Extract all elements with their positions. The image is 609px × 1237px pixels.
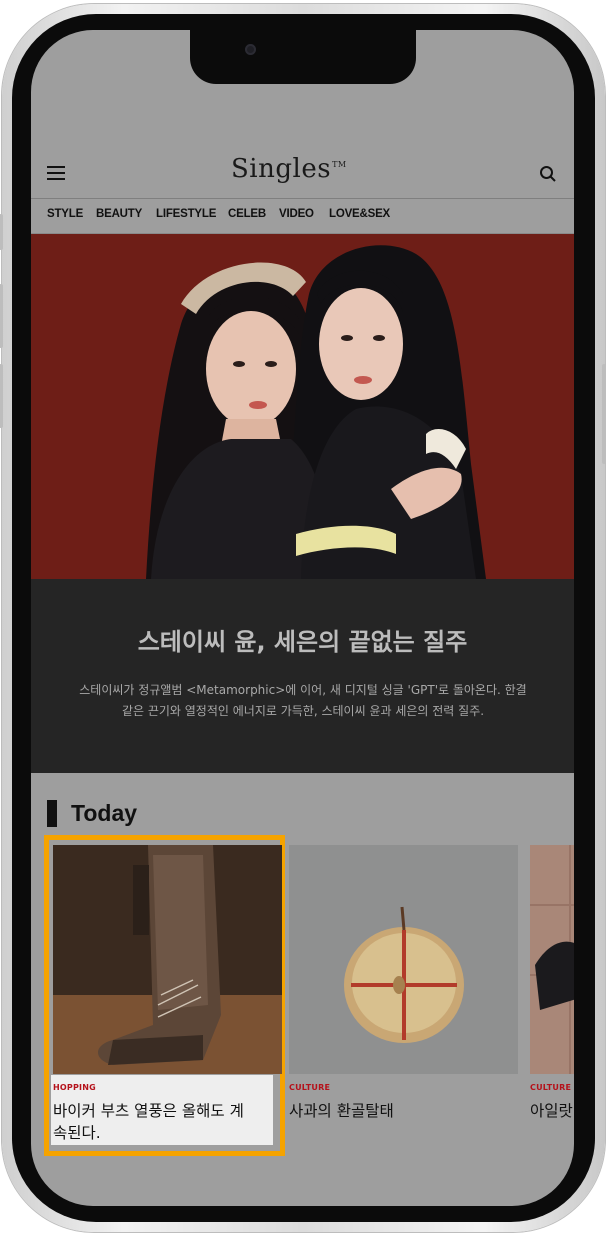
hero-description-line-2: 같은 끈기와 열정적인 에너지로 가득한, 스테이씨 윤과 세은의 전력 질주. bbox=[121, 704, 485, 718]
phone-notch bbox=[190, 30, 416, 84]
card-2-title-line-1: 사과의 환골탈태 bbox=[289, 1102, 394, 1120]
card-3-title[interactable]: 아일랏 bbox=[530, 1100, 573, 1122]
hero-image[interactable] bbox=[31, 234, 574, 579]
section-marker bbox=[47, 800, 57, 827]
phone-screen: SinglesTM STYLE BEAUTY LIFESTYLE CELEB V… bbox=[31, 30, 574, 1206]
hero-title: 스테이씨 윤, 세은의 끝없는 질주 bbox=[137, 628, 468, 656]
card-1-image[interactable] bbox=[53, 845, 282, 1074]
volume-up-button bbox=[0, 284, 3, 348]
card-1-title-line-1: 바이커 부츠 열풍은 올해도 계 bbox=[53, 1102, 244, 1120]
power-button bbox=[602, 364, 606, 464]
card-1-title-line-2: 속된다. bbox=[53, 1124, 101, 1142]
nav-item-video[interactable]: VIDEO bbox=[279, 208, 314, 220]
logo-mark: TM bbox=[332, 160, 347, 169]
logo-text: Singles bbox=[231, 154, 332, 184]
article-card-3[interactable]: CULTURE 아일랏 bbox=[530, 845, 574, 1145]
nav-item-lifestyle[interactable]: LIFESTYLE bbox=[156, 208, 216, 220]
hero-description: 스테이씨가 정규앨범 <Metamorphic>에 이어, 새 디지털 싱글 '… bbox=[53, 680, 553, 722]
card-2-category[interactable]: CULTURE bbox=[289, 1083, 330, 1092]
hero-text-panel[interactable]: 스테이씨 윤, 세은의 끝없는 질주 스테이씨가 정규앨범 <Metamorph… bbox=[31, 579, 574, 773]
shoe-photo-illustration bbox=[530, 845, 574, 1074]
hero-description-line-1: 스테이씨가 정규앨범 <Metamorphic>에 이어, 새 디지털 싱글 '… bbox=[79, 683, 527, 697]
card-2-title[interactable]: 사과의 환골탈태 bbox=[289, 1100, 394, 1122]
hero-photo-illustration bbox=[31, 234, 574, 579]
card-1-title[interactable]: 바이커 부츠 열풍은 올해도 계 속된다. bbox=[53, 1100, 244, 1144]
nav-item-beauty[interactable]: BEAUTY bbox=[96, 208, 142, 220]
front-camera bbox=[245, 44, 256, 55]
nav-item-celeb[interactable]: CELEB bbox=[228, 208, 266, 220]
card-1-category[interactable]: HOPPING bbox=[53, 1083, 96, 1092]
nav-item-style[interactable]: STYLE bbox=[47, 208, 83, 220]
site-header: SinglesTM bbox=[31, 148, 574, 199]
site-logo[interactable]: SinglesTM bbox=[231, 154, 347, 184]
card-3-title-line-1: 아일랏 bbox=[530, 1102, 573, 1120]
search-icon[interactable] bbox=[539, 165, 557, 183]
volume-down-button bbox=[0, 364, 3, 428]
today-heading: Today bbox=[71, 800, 138, 826]
apple-photo-illustration bbox=[289, 845, 518, 1074]
card-3-category[interactable]: CULTURE bbox=[530, 1083, 571, 1092]
mute-switch bbox=[0, 214, 3, 250]
category-nav: STYLE BEAUTY LIFESTYLE CELEB VIDEO LOVE&… bbox=[31, 199, 574, 234]
nav-item-lovesex[interactable]: LOVE&SEX bbox=[329, 208, 390, 220]
boot-photo-illustration bbox=[53, 845, 282, 1074]
card-3-image[interactable] bbox=[530, 845, 574, 1074]
card-2-image[interactable] bbox=[289, 845, 518, 1074]
menu-icon[interactable] bbox=[47, 166, 65, 180]
